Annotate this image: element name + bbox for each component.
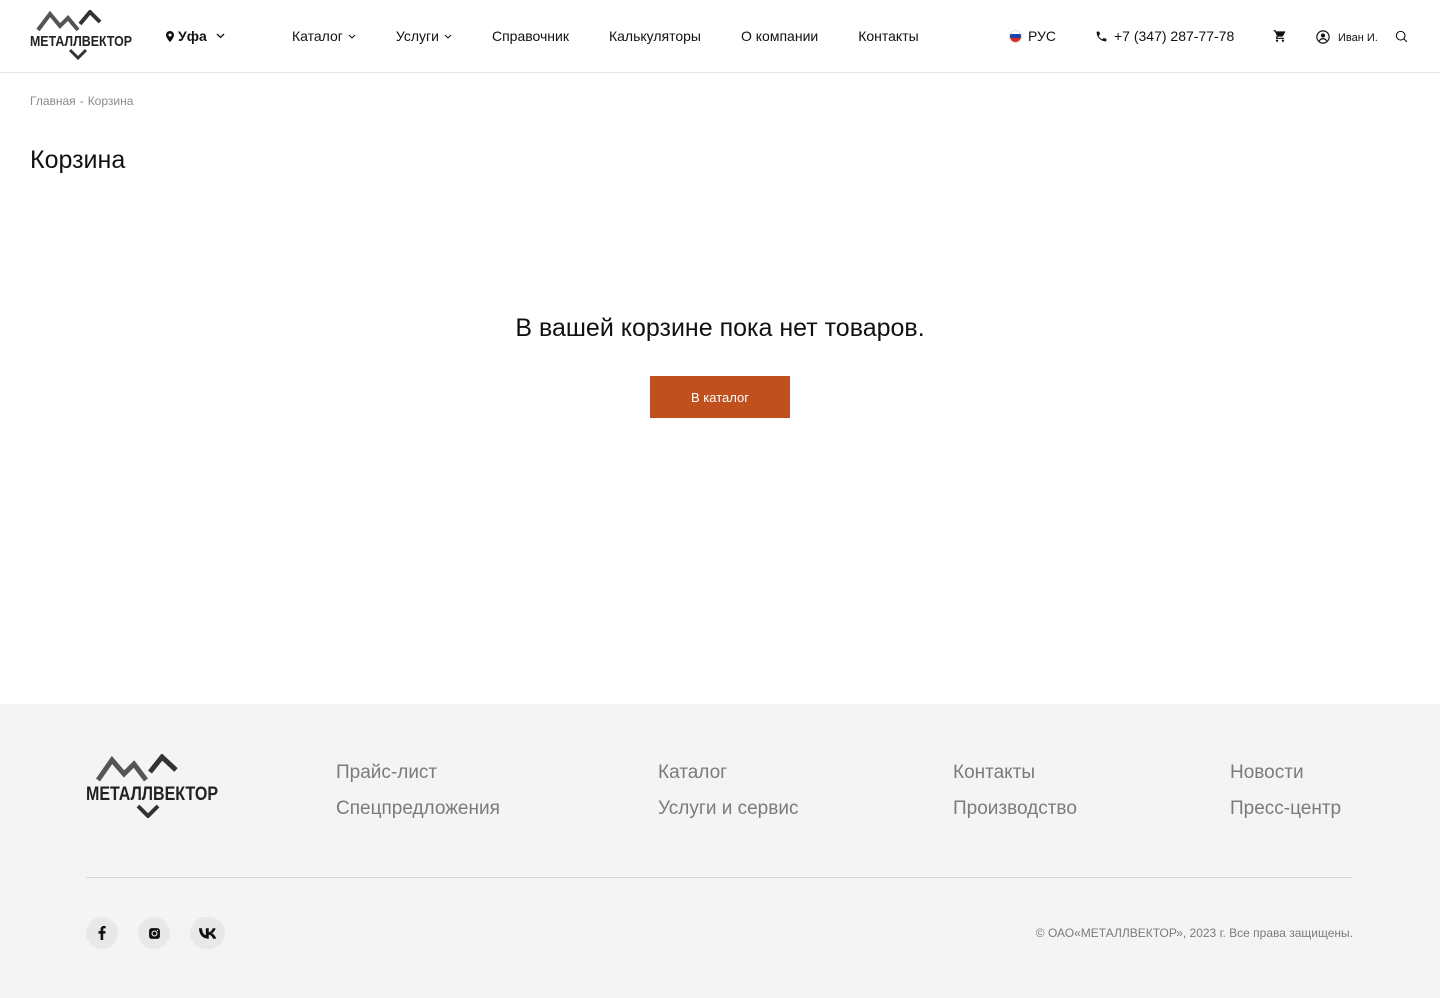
user-account[interactable]: Иван И. (1316, 29, 1378, 44)
vk-link[interactable] (190, 917, 225, 949)
nav-reference[interactable]: Справочник (492, 28, 569, 44)
breadcrumb-home[interactable]: Главная (30, 94, 76, 108)
phone-link[interactable]: +7 (347) 287-77-78 (1095, 28, 1234, 44)
nav-services[interactable]: Услуги (396, 28, 452, 44)
user-name: Иван И. (1338, 32, 1378, 44)
russia-flag-icon (1009, 29, 1022, 43)
city-label: Уфа (178, 28, 207, 44)
nav-catalog[interactable]: Каталог (292, 28, 356, 44)
location-pin-icon (166, 30, 174, 42)
phone-icon (1096, 31, 1107, 41)
logo[interactable]: МЕТАЛЛВЕКТОР (30, 10, 132, 60)
logo-text: МЕТАЛЛВЕКТОР (30, 33, 132, 50)
site-header: МЕТАЛЛВЕКТОР Уфа Каталог Услуги Справочн… (0, 0, 1440, 73)
chevron-down-icon (444, 34, 452, 39)
nav-contacts[interactable]: Контакты (858, 28, 918, 44)
chevron-down-icon (348, 34, 356, 39)
facebook-icon (98, 926, 106, 940)
search-button[interactable] (1395, 30, 1408, 48)
social-links (86, 917, 225, 949)
main-nav: Каталог Услуги Справочник Калькуляторы О… (292, 28, 919, 44)
chevron-down-icon (216, 33, 225, 39)
language-selector[interactable]: РУС (1009, 28, 1056, 44)
vk-icon (198, 927, 216, 939)
facebook-link[interactable] (86, 917, 118, 949)
cart-button[interactable] (1273, 29, 1287, 48)
phone-number: +7 (347) 287-77-78 (1114, 28, 1235, 44)
footer-column-1: Прайс-лист Спецпредложения (336, 762, 500, 820)
search-icon (1395, 30, 1408, 43)
footer-link-press-center[interactable]: Пресс-центр (1230, 798, 1341, 820)
nav-calculators[interactable]: Калькуляторы (609, 28, 701, 44)
city-selector[interactable]: Уфа (166, 28, 225, 44)
footer-link-production[interactable]: Производство (953, 798, 1077, 820)
breadcrumb-current: Корзина (87, 94, 134, 108)
copyright: © ОАО«МЕТАЛЛВЕКТОР», 2023 г. Все права з… (1035, 926, 1353, 940)
footer-column-4: Новости Пресс-центр (1230, 762, 1341, 820)
footer-link-news[interactable]: Новости (1230, 762, 1341, 784)
nav-about[interactable]: О компании (741, 28, 818, 44)
site-footer: МЕТАЛЛВЕКТОР Прайс-лист Спецпредложения … (0, 704, 1440, 998)
footer-divider (86, 877, 1352, 878)
instagram-icon (148, 927, 160, 939)
footer-link-contacts[interactable]: Контакты (953, 762, 1077, 784)
footer-link-services[interactable]: Услуги и сервис (658, 798, 798, 820)
footer-link-special-offers[interactable]: Спецпредложения (336, 798, 500, 820)
footer-column-3: Контакты Производство (953, 762, 1077, 820)
footer-link-catalog[interactable]: Каталог (658, 762, 798, 784)
user-circle-icon (1316, 29, 1330, 44)
language-label: РУС (1028, 28, 1057, 44)
cart-icon (1273, 30, 1286, 42)
footer-link-price-list[interactable]: Прайс-лист (336, 762, 500, 784)
footer-logo-text: МЕТАЛЛВЕКТОР (86, 784, 218, 805)
breadcrumb: Главная - Корзина (30, 94, 133, 108)
footer-logo[interactable]: МЕТАЛЛВЕКТОР (86, 754, 218, 818)
footer-column-2: Каталог Услуги и сервис (658, 762, 798, 820)
to-catalog-button[interactable]: В каталог (650, 376, 790, 418)
breadcrumb-separator: - (79, 94, 84, 108)
instagram-link[interactable] (138, 917, 170, 949)
page-title: Корзина (30, 146, 126, 174)
empty-cart-message: В вашей корзине пока нет товаров. (515, 314, 925, 342)
